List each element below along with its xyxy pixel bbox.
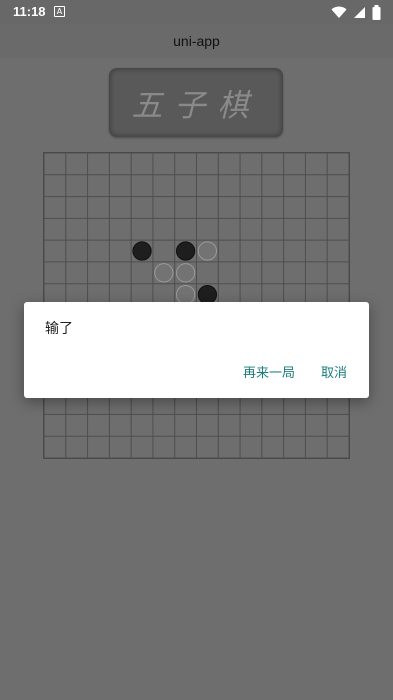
game-title: 五子棋 — [131, 88, 261, 124]
play-again-button[interactable]: 再来一局 — [243, 362, 295, 381]
status-icons — [331, 4, 381, 20]
game-over-dialog: 输了 再来一局 取消 — [24, 302, 369, 398]
black-stone — [175, 241, 196, 261]
notification-icon: A — [54, 6, 65, 17]
dialog-actions: 再来一局 取消 — [243, 362, 347, 381]
white-stone — [197, 241, 218, 261]
signal-icon — [354, 6, 365, 18]
nav-title: uni-app — [173, 33, 220, 49]
battery-icon — [372, 4, 381, 20]
dialog-message: 输了 — [45, 321, 73, 337]
wifi-icon — [331, 6, 347, 18]
status-time: 11:18 — [13, 4, 46, 19]
white-stone — [154, 263, 174, 283]
white-stone — [175, 284, 196, 305]
cancel-button[interactable]: 取消 — [321, 362, 347, 381]
status-bar: 11:18 A — [0, 0, 393, 24]
game-title-panel: 五子棋 — [109, 68, 283, 137]
white-stone — [175, 263, 196, 283]
black-stone — [197, 284, 218, 305]
nav-bar: uni-app — [0, 24, 393, 58]
black-stone — [132, 241, 152, 261]
